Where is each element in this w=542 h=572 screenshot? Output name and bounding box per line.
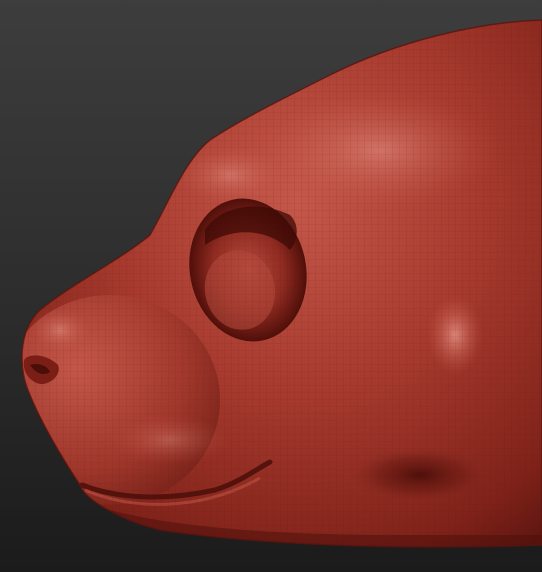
sculpt-viewport[interactable] [0, 0, 542, 572]
sculpt-render [0, 0, 542, 572]
